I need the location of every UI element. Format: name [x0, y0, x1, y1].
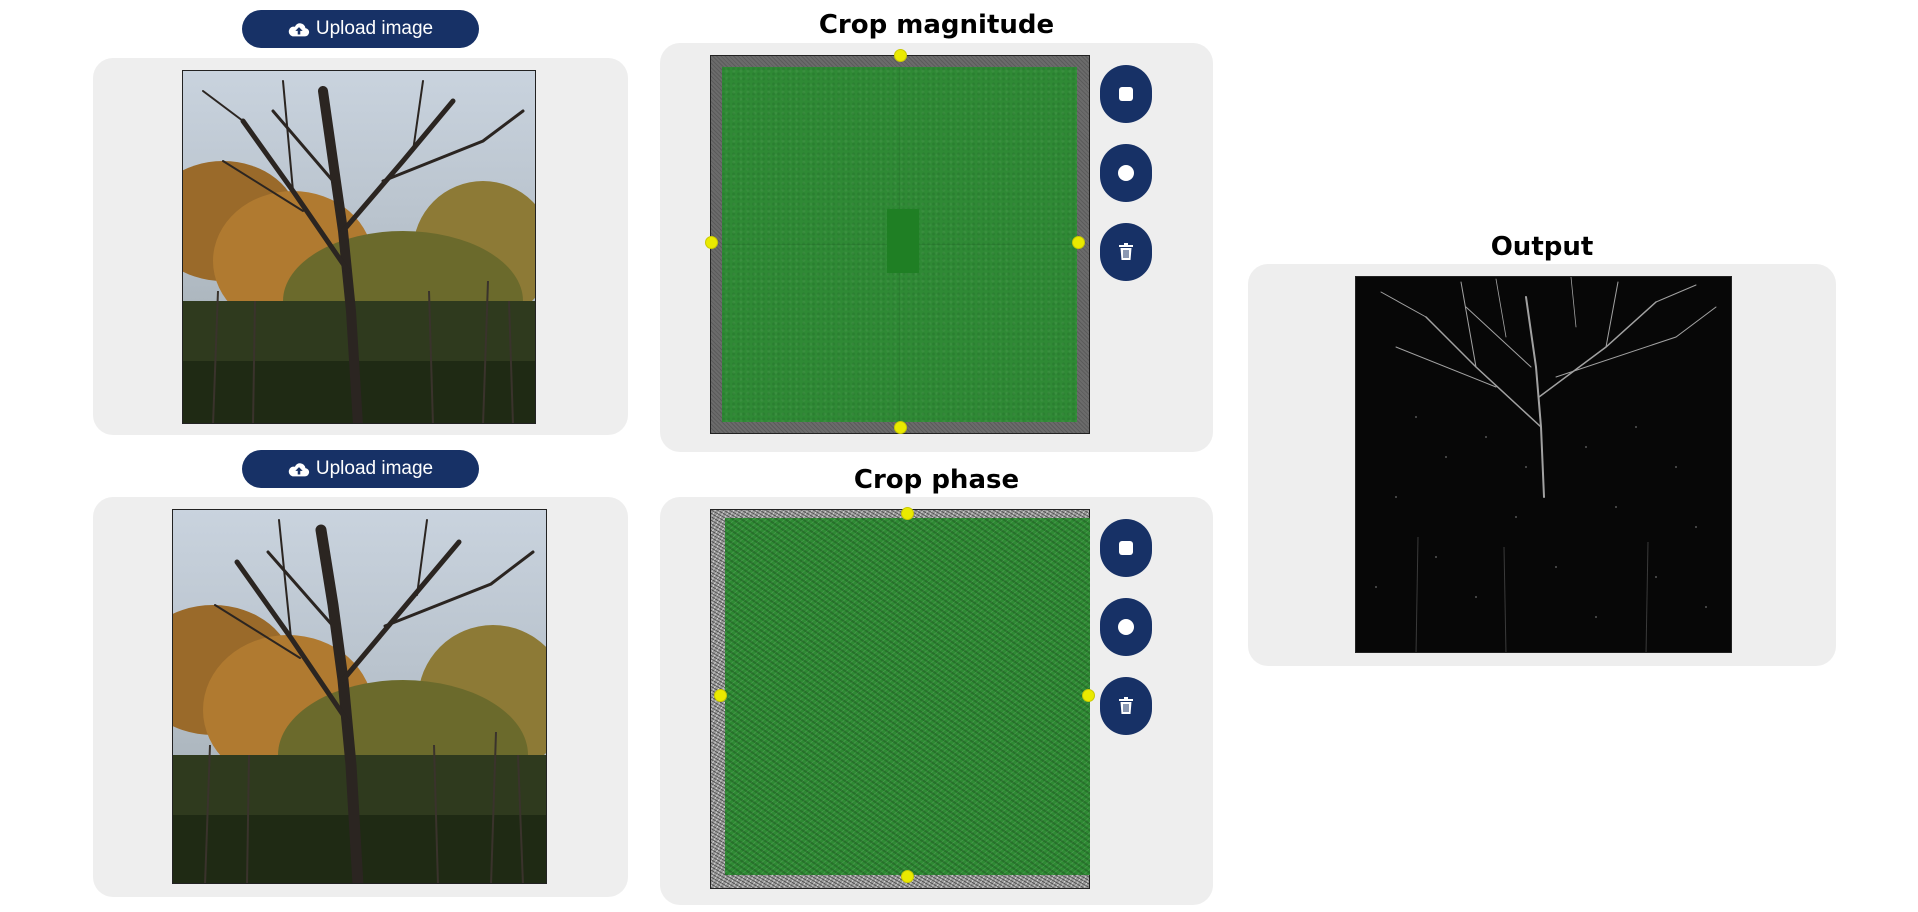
magnitude-handle-top[interactable]: [894, 49, 907, 62]
magnitude-dc-component: [887, 209, 919, 273]
magnitude-delete-button[interactable]: [1100, 223, 1152, 281]
cloud-upload-icon: [288, 23, 309, 37]
magnitude-crop-region[interactable]: [722, 67, 1077, 422]
magnitude-circle-tool-button[interactable]: [1100, 144, 1152, 202]
input-image-2: [172, 509, 547, 884]
output-panel: [1248, 264, 1836, 666]
square-select-icon: [1119, 87, 1133, 101]
upload-image-button-1[interactable]: Upload image: [242, 10, 479, 48]
input-image-panel-2[interactable]: [93, 497, 628, 897]
phase-spectrum[interactable]: [710, 507, 1095, 889]
crop-magnitude-panel: [660, 43, 1213, 452]
trash-icon: [1119, 697, 1133, 714]
trash-icon: [1119, 243, 1133, 260]
phase-crop-region[interactable]: [725, 518, 1090, 875]
circle-select-icon: [1118, 165, 1134, 181]
magnitude-handle-right[interactable]: [1072, 236, 1085, 249]
magnitude-handle-bottom[interactable]: [894, 421, 907, 434]
crop-phase-panel: [660, 497, 1213, 905]
upload-image-label-1: Upload image: [315, 18, 434, 39]
crop-magnitude-title: Crop magnitude: [818, 10, 1055, 40]
output-image: [1355, 276, 1732, 653]
phase-handle-top[interactable]: [901, 507, 914, 520]
crop-phase-title: Crop phase: [853, 465, 1020, 495]
input-image-panel-1[interactable]: [93, 58, 628, 435]
circle-select-icon: [1118, 619, 1134, 635]
upload-image-label-2: Upload image: [315, 458, 434, 479]
phase-handle-bottom[interactable]: [901, 870, 914, 883]
output-title: Output: [1490, 232, 1594, 262]
magnitude-handle-left[interactable]: [705, 236, 718, 249]
cloud-upload-icon: [288, 463, 309, 477]
phase-handle-left[interactable]: [714, 689, 727, 702]
phase-delete-button[interactable]: [1100, 677, 1152, 735]
magnitude-spectrum[interactable]: [705, 49, 1090, 434]
input-image-1: [182, 70, 536, 424]
phase-handle-right[interactable]: [1082, 689, 1095, 702]
upload-image-button-2[interactable]: Upload image: [242, 450, 479, 488]
magnitude-square-tool-button[interactable]: [1100, 65, 1152, 123]
phase-circle-tool-button[interactable]: [1100, 598, 1152, 656]
square-select-icon: [1119, 541, 1133, 555]
phase-square-tool-button[interactable]: [1100, 519, 1152, 577]
